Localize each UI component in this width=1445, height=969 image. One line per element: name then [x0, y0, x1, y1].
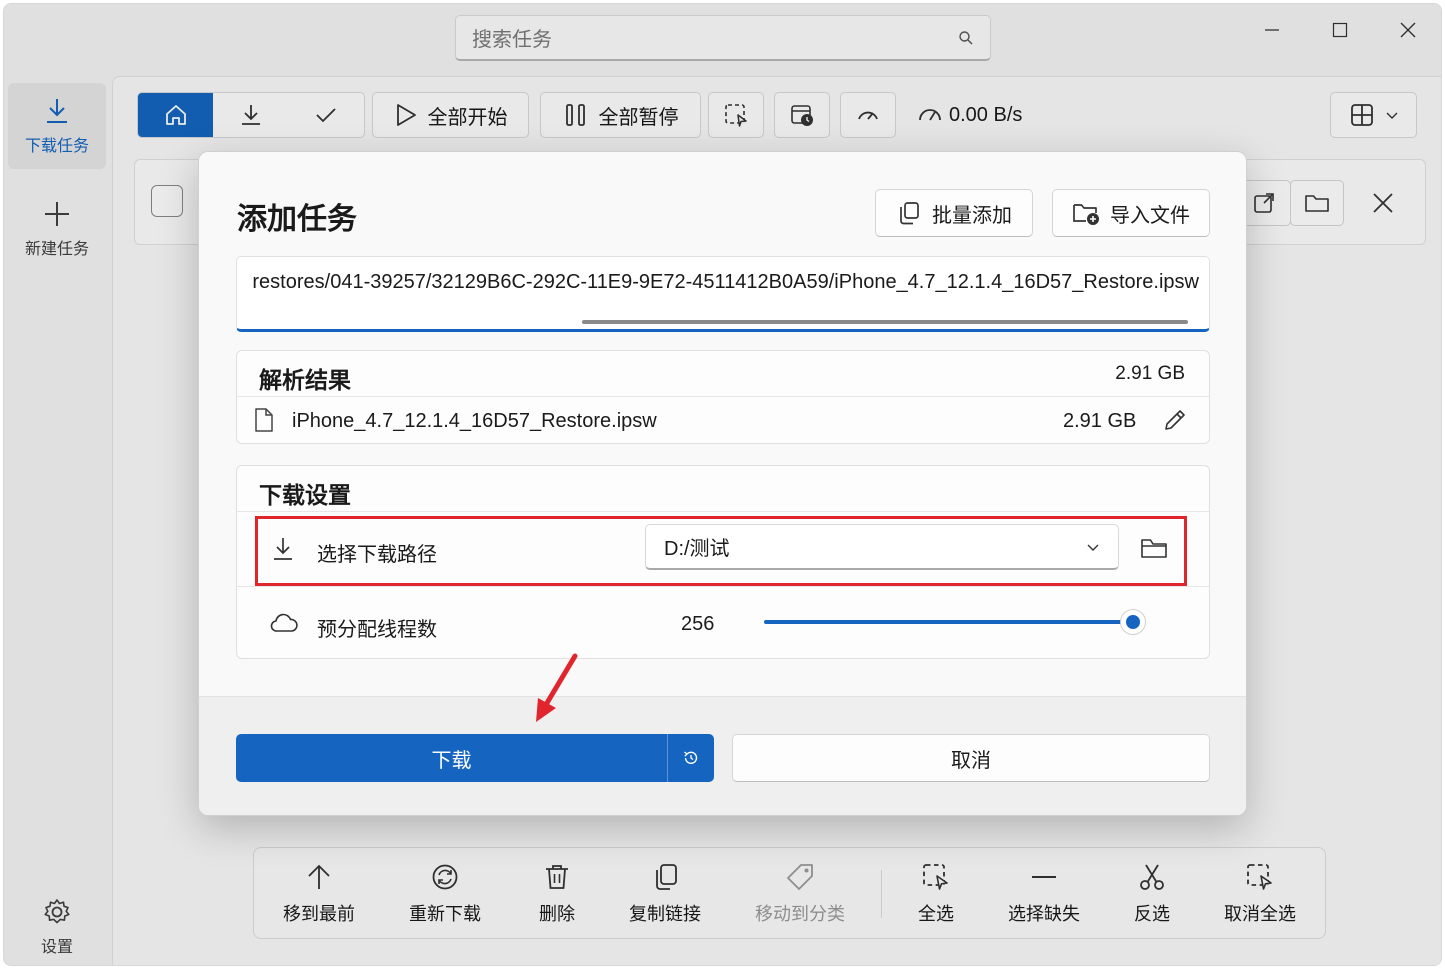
dialog-footer: 下载 取消	[199, 696, 1246, 815]
path-highlight-box	[255, 516, 1187, 586]
card-divider	[237, 511, 1209, 512]
cloud-icon	[270, 611, 298, 635]
download-button-label: 下载	[431, 749, 472, 772]
file-size: 2.91 GB	[1063, 410, 1137, 432]
edit-icon[interactable]	[1162, 407, 1188, 433]
folder-add-icon	[1072, 200, 1100, 226]
history-icon	[682, 749, 700, 767]
card-divider	[237, 586, 1209, 587]
cancel-button-label: 取消	[951, 749, 991, 772]
threads-value: 256	[681, 613, 715, 635]
download-later-button[interactable]	[667, 734, 714, 782]
download-settings-title: 下载设置	[259, 482, 351, 508]
parse-total-size: 2.91 GB	[1115, 363, 1185, 384]
threads-label: 预分配线程数	[317, 619, 437, 641]
batch-add-label: 批量添加	[932, 204, 1012, 227]
annotation-arrow-icon	[536, 653, 578, 722]
download-button[interactable]: 下载	[236, 734, 714, 782]
card-divider	[237, 396, 1209, 397]
cancel-button[interactable]: 取消	[732, 734, 1210, 782]
import-file-button[interactable]: 导入文件	[1052, 189, 1210, 237]
add-task-dialog: 添加任务 批量添加 导入文件 restores/041-39257/32129B…	[198, 151, 1247, 816]
download-button-main[interactable]: 下载	[236, 734, 667, 782]
file-icon	[253, 407, 275, 433]
url-text: restores/041-39257/32129B6C-292C-11E9-9E…	[252, 271, 1199, 293]
slider-thumb-dot	[1126, 615, 1140, 629]
url-input[interactable]: restores/041-39257/32129B6C-292C-11E9-9E…	[236, 256, 1210, 332]
threads-slider-track[interactable]	[764, 620, 1134, 624]
parse-result-card: 解析结果 2.91 GB iPhone_4.7_12.1.4_16D57_Res…	[236, 350, 1210, 444]
parse-result-title: 解析结果	[259, 367, 351, 393]
url-scrollbar[interactable]	[582, 320, 1188, 324]
import-file-label: 导入文件	[1110, 204, 1190, 227]
threads-slider-thumb[interactable]	[1120, 609, 1146, 635]
copy-icon	[896, 200, 922, 226]
file-name: iPhone_4.7_12.1.4_16D57_Restore.ipsw	[292, 410, 657, 432]
dialog-title: 添加任务	[237, 203, 357, 236]
batch-add-button[interactable]: 批量添加	[875, 189, 1033, 237]
